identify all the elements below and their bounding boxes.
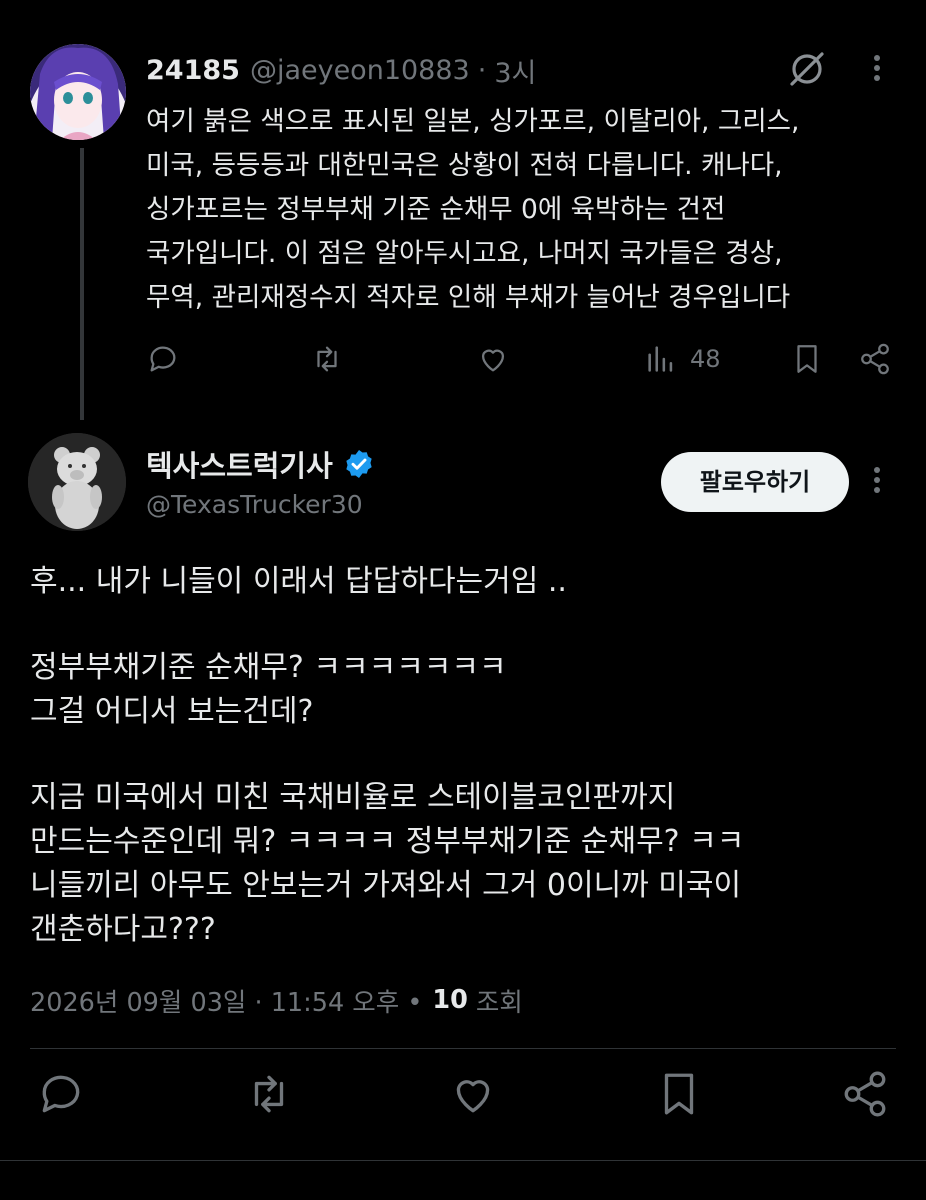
display-name[interactable]: 24185 xyxy=(146,55,240,86)
tweet-text-line: 지금 미국에서 미친 국채비율로 스테이블코인판까지 xyxy=(30,780,676,815)
tweet-text-line: 여기 붉은 색으로 표시된 일본, 싱가포르, 이탈리아, 그리스, xyxy=(146,106,800,137)
reply-button[interactable] xyxy=(146,336,180,382)
like-icon xyxy=(481,349,505,372)
tweet-text-line xyxy=(30,604,900,646)
tweet-text-line: 정부부채기준 순채무? ㅋㅋㅋㅋㅋㅋㅋ xyxy=(30,650,507,685)
like-button[interactable] xyxy=(476,336,510,382)
share-icon xyxy=(861,343,889,375)
tweet-text-line: 국가입니다. 이 점은 알아두시고요, 나머지 국가들은 경상, xyxy=(146,238,783,269)
avatar[interactable] xyxy=(30,44,126,140)
retweet-icon xyxy=(254,1075,284,1113)
reply-tweet-text: 여기 붉은 색으로 표시된 일본, 싱가포르, 이탈리아, 그리스, 미국, 등… xyxy=(146,100,886,320)
tweet-metadata: 2026년 09월 03일 · 11:54 오후 • 10 조회 xyxy=(30,978,523,1022)
tweet-text-line: 싱가포르는 정부부채 기준 순채무 0에 육박하는 건전 xyxy=(146,194,726,225)
reply-icon xyxy=(150,346,176,372)
views-icon xyxy=(648,346,673,372)
grok-icon[interactable] xyxy=(786,48,828,90)
retweet-button[interactable] xyxy=(244,1064,294,1124)
user-handle[interactable]: @TexasTrucker30 xyxy=(146,490,363,519)
tweet-text-line: 미국, 등등등과 대한민국은 상황이 전혀 다릅니다. 캐나다, xyxy=(146,150,783,181)
retweet-button[interactable] xyxy=(310,336,344,382)
avatar[interactable] xyxy=(28,433,126,531)
main-tweet-text: 후... 내가 니들이 이래서 답답하다는거임 .. 정부부채기준 순채무? ㅋ… xyxy=(30,560,900,952)
verified-badge-icon[interactable] xyxy=(343,448,375,480)
views-button[interactable]: 48 xyxy=(644,336,721,382)
follow-button[interactable]: 팔로우하기 xyxy=(661,452,849,512)
divider xyxy=(0,1160,926,1161)
more-icon[interactable] xyxy=(862,50,892,86)
share-button[interactable] xyxy=(858,336,892,382)
tweet-timestamp[interactable]: 2026년 09월 03일 · 11:54 오후 • xyxy=(30,982,422,1019)
more-icon[interactable] xyxy=(862,462,892,498)
bookmark-icon xyxy=(664,1073,694,1115)
reply-button[interactable] xyxy=(36,1064,86,1124)
user-handle[interactable]: @jaeyeon10883 xyxy=(250,55,470,86)
tweet-text-line: 니들끼리 아무도 안보는거 가져와서 그거 0이니까 미국이 xyxy=(30,868,742,903)
reply-tweet-header: 24185 @jaeyeon10883 · 3시 xyxy=(146,50,536,90)
reply-icon xyxy=(42,1075,80,1113)
bookmark-button[interactable] xyxy=(790,336,824,382)
bookmark-icon xyxy=(797,345,817,373)
thread-connector-line xyxy=(80,148,84,420)
reply-tweet-actions: 48 xyxy=(146,336,896,382)
tweet-text-line: 갠춘하다고??? xyxy=(30,912,216,947)
tweet-text-line: 만드는수준인데 뭐? ㅋㅋㅋㅋ 정부부채기준 순채무? ㅋㅋ xyxy=(30,824,745,859)
views-count: 10 xyxy=(432,985,468,1015)
tweet-text-line xyxy=(30,734,900,776)
display-name-row: 텍사스트럭기사 xyxy=(146,443,375,485)
tweet-text-line: 그걸 어디서 보는건데? xyxy=(30,694,314,729)
share-button[interactable] xyxy=(840,1064,890,1124)
divider xyxy=(30,1048,896,1049)
display-name[interactable]: 텍사스트럭기사 xyxy=(146,443,333,485)
bear-avatar-image xyxy=(28,433,126,531)
share-icon xyxy=(844,1071,886,1117)
like-icon xyxy=(456,1080,490,1113)
tweet-text-line: 무역, 관리재정수지 적자로 인해 부채가 늘어난 경우입니다 xyxy=(146,282,791,313)
tweet-time[interactable]: 3시 xyxy=(494,51,536,90)
tweet-text-line: 후... 내가 니들이 이래서 답답하다는거임 .. xyxy=(30,564,567,599)
anime-avatar-image xyxy=(30,44,126,140)
meta-separator: · xyxy=(477,54,487,86)
views-count: 48 xyxy=(690,345,721,373)
retweet-icon xyxy=(317,346,337,372)
like-button[interactable] xyxy=(448,1064,498,1124)
bookmark-button[interactable] xyxy=(654,1064,704,1124)
views-label: 조회 xyxy=(475,987,523,1018)
main-tweet-actions xyxy=(30,1064,896,1124)
